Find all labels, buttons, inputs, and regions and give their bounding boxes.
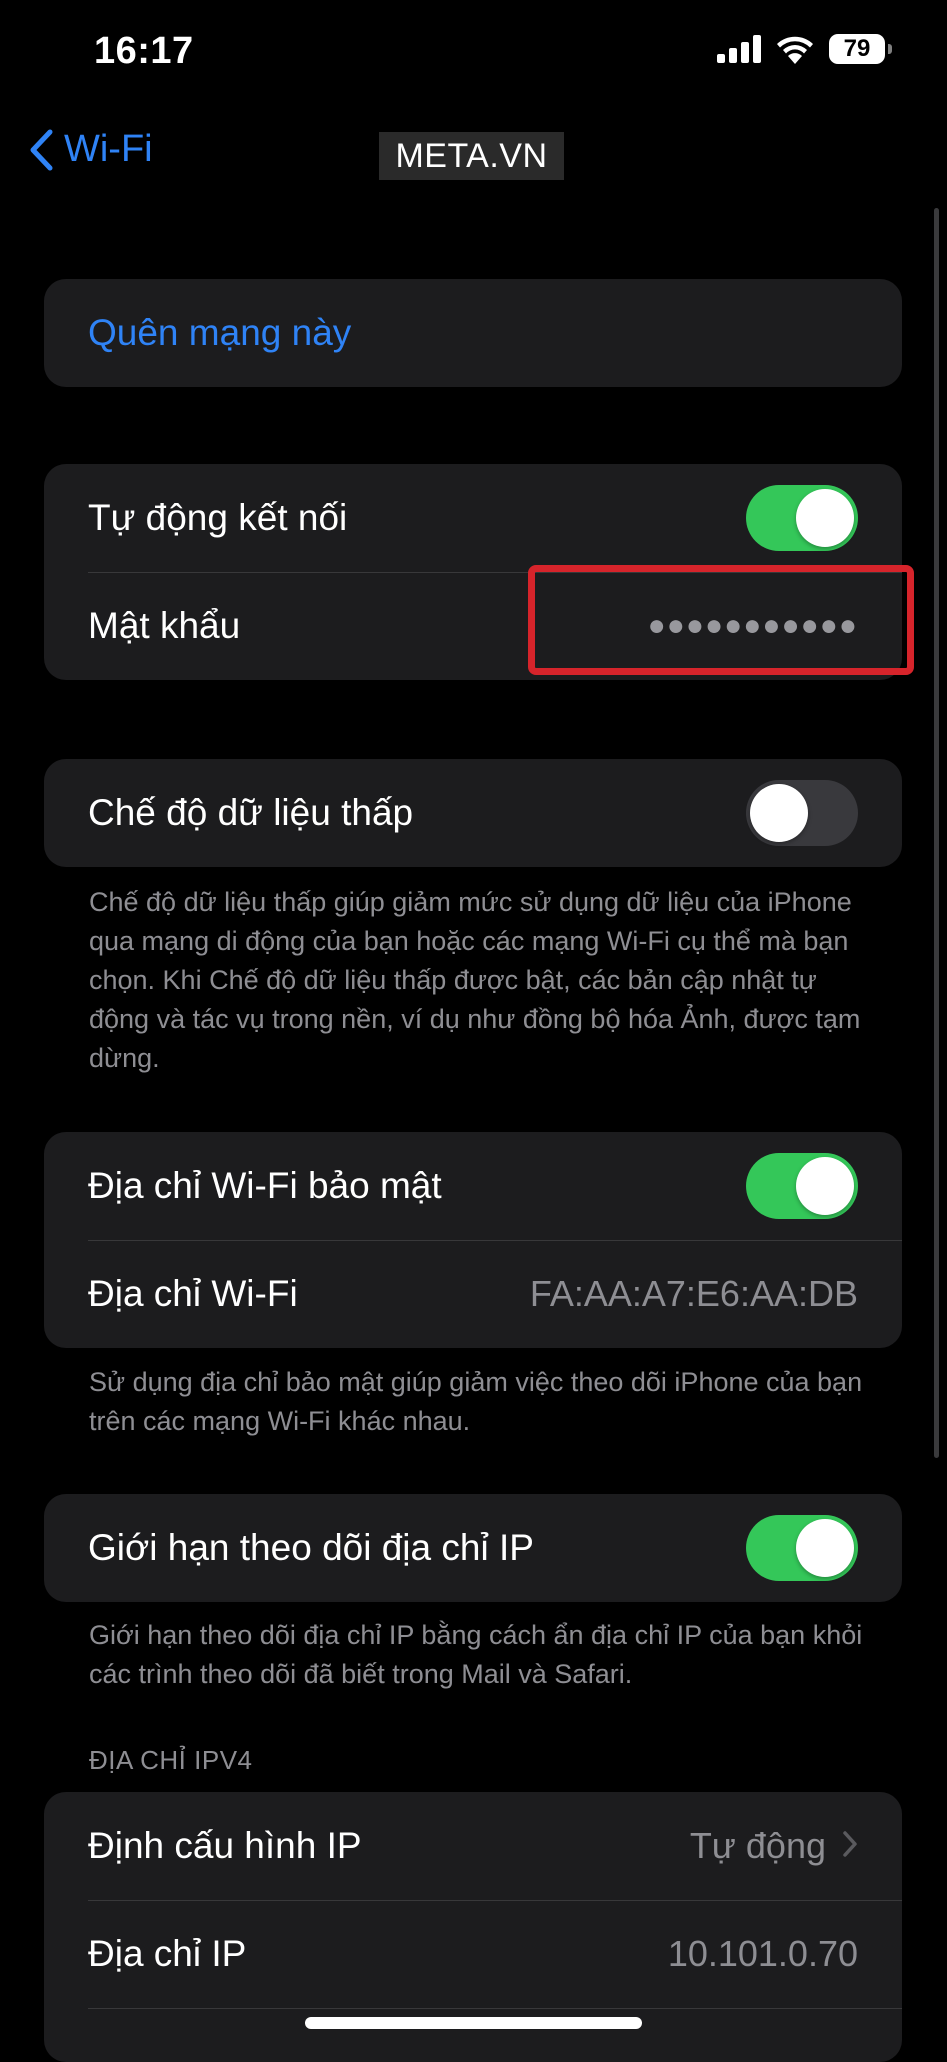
watermark-label: META.VN [379, 132, 564, 180]
low-data-toggle[interactable] [746, 780, 858, 846]
battery-level: 79 [843, 35, 871, 62]
auto-join-toggle[interactable] [746, 485, 858, 551]
configure-ip-label: Định cấu hình IP [88, 1825, 362, 1866]
connection-group: Tự động kết nối Mật khẩu ●●●●●●●●●●● [44, 464, 902, 680]
private-address-group: Địa chỉ Wi-Fi bảo mật Địa chỉ Wi-Fi FA:A… [44, 1132, 902, 1348]
home-indicator[interactable] [305, 2017, 642, 2029]
low-data-group: Chế độ dữ liệu thấp [44, 759, 902, 867]
chevron-right-icon [842, 1825, 858, 1868]
private-address-toggle[interactable] [746, 1153, 858, 1219]
status-bar: 16:17 79 [0, 0, 947, 110]
status-icons: 79 [717, 34, 892, 64]
cellular-signal-icon [717, 35, 761, 63]
configure-ip-value: Tự động [689, 1825, 826, 1866]
toggle-knob [750, 784, 808, 842]
low-data-footnote: Chế độ dữ liệu thấp giúp giảm mức sử dụn… [89, 887, 861, 1073]
forget-network-button[interactable]: Quên mạng này [88, 312, 858, 354]
toggle-knob [796, 1519, 854, 1577]
low-data-label: Chế độ dữ liệu thấp [88, 792, 414, 833]
back-button[interactable]: Wi-Fi [28, 128, 153, 171]
toggle-knob [796, 1157, 854, 1215]
forget-network-row[interactable]: Quên mạng này [44, 279, 902, 387]
chevron-left-icon [30, 129, 53, 170]
wifi-address-value: FA:AA:A7:E6:AA:DB [529, 1273, 858, 1314]
ip-address-label: Địa chỉ IP [88, 1933, 247, 1974]
configure-ip-row[interactable]: Định cấu hình IP Tự động [44, 1792, 902, 1900]
ipv4-section-header: ĐỊA CHỈ IPV4 [89, 1745, 253, 1775]
forget-network-group: Quên mạng này [44, 279, 902, 387]
ip-address-value: 10.101.0.70 [667, 1933, 858, 1974]
wifi-address-row: Địa chỉ Wi-Fi FA:AA:A7:E6:AA:DB [44, 1240, 902, 1348]
private-address-label: Địa chỉ Wi-Fi bảo mật [88, 1165, 442, 1206]
battery-indicator: 79 [829, 34, 892, 64]
password-value[interactable]: ●●●●●●●●●●● [648, 609, 858, 643]
low-data-row: Chế độ dữ liệu thấp [44, 759, 902, 867]
password-label: Mật khẩu [88, 605, 241, 646]
wifi-address-label: Địa chỉ Wi-Fi [88, 1273, 298, 1314]
ip-address-row: Địa chỉ IP 10.101.0.70 [44, 1900, 902, 2008]
limit-tracking-footnote: Giới hạn theo dõi địa chỉ IP bằng cách ẩ… [89, 1620, 863, 1689]
limit-tracking-row: Giới hạn theo dõi địa chỉ IP [44, 1494, 902, 1602]
auto-join-label: Tự động kết nối [88, 497, 348, 538]
status-time: 16:17 [94, 30, 194, 72]
password-row[interactable]: Mật khẩu ●●●●●●●●●●● [44, 572, 902, 680]
back-button-label: Wi-Fi [64, 128, 153, 170]
ip-tracking-group: Giới hạn theo dõi địa chỉ IP [44, 1494, 902, 1602]
scroll-indicator[interactable] [934, 208, 939, 1458]
limit-tracking-toggle[interactable] [746, 1515, 858, 1581]
wifi-signal-icon [777, 36, 813, 64]
limit-tracking-label: Giới hạn theo dõi địa chỉ IP [88, 1527, 534, 1568]
private-address-row: Địa chỉ Wi-Fi bảo mật [44, 1132, 902, 1240]
private-address-footnote: Sử dụng địa chỉ bảo mật giúp giảm việc t… [89, 1367, 863, 1436]
auto-join-row: Tự động kết nối [44, 464, 902, 572]
toggle-knob [796, 489, 854, 547]
